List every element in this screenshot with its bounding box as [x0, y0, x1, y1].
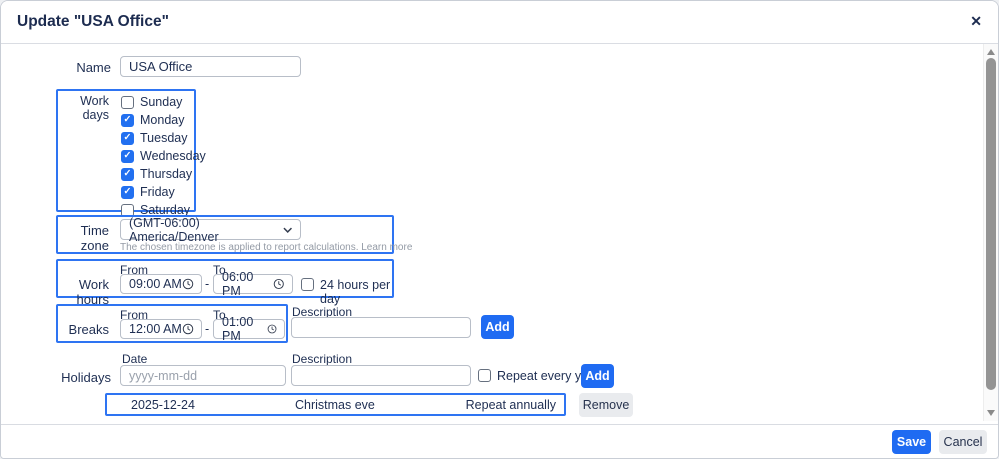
- learn-more-link[interactable]: Learn more: [361, 242, 412, 253]
- work-days-section: Work days Sunday Monday Tuesday Wednesda…: [56, 89, 196, 212]
- work-hours-from-input[interactable]: 09:00 AM: [120, 274, 202, 294]
- breaks-label: Breaks: [58, 322, 109, 337]
- cancel-button[interactable]: Cancel: [939, 430, 987, 454]
- day-row-monday: Monday: [121, 111, 206, 129]
- holiday-date-input[interactable]: [120, 365, 286, 386]
- name-label: Name: [41, 60, 111, 75]
- vertical-scrollbar[interactable]: [983, 44, 998, 421]
- time-range-separator: -: [205, 322, 209, 336]
- repeat-every-year-checkbox[interactable]: [478, 369, 491, 382]
- day-row-sunday: Sunday: [121, 93, 206, 111]
- breaks-description-input[interactable]: [291, 317, 471, 338]
- holiday-description-label: Description: [292, 352, 352, 366]
- wednesday-checkbox[interactable]: [121, 150, 134, 163]
- time-zone-label: Time zone: [58, 223, 109, 253]
- helper-text: The chosen timezone is applied to report…: [120, 242, 358, 253]
- clock-icon: [182, 323, 194, 335]
- time-zone-selected-value: (GMT-06:00) America/Denver: [129, 216, 283, 244]
- name-input[interactable]: [120, 56, 301, 77]
- day-label: Tuesday: [140, 131, 187, 145]
- from-time-value: 09:00 AM: [129, 277, 182, 291]
- breaks-from-input[interactable]: 12:00 AM: [120, 319, 202, 339]
- work-hours-to-input[interactable]: 06:00 PM: [213, 274, 293, 294]
- holiday-entry-date: 2025-12-24: [131, 398, 195, 412]
- save-button[interactable]: Save: [892, 430, 931, 454]
- holiday-date-label: Date: [122, 352, 147, 366]
- day-row-tuesday: Tuesday: [121, 129, 206, 147]
- day-label: Sunday: [140, 95, 182, 109]
- sunday-checkbox[interactable]: [121, 96, 134, 109]
- holiday-entry-description: Christmas eve: [295, 398, 375, 412]
- holiday-remove-button[interactable]: Remove: [579, 393, 633, 417]
- day-row-friday: Friday: [121, 183, 206, 201]
- time-range-separator: -: [205, 277, 209, 291]
- breaks-add-button[interactable]: Add: [481, 315, 514, 339]
- close-icon[interactable]: ✕: [970, 13, 982, 29]
- work-hours-label: Work hours: [58, 277, 109, 307]
- monday-checkbox[interactable]: [121, 114, 134, 127]
- breaks-to-input[interactable]: 01:00 PM: [213, 319, 285, 339]
- clock-icon: [267, 323, 277, 335]
- all-day-label: 24 hours per day: [320, 278, 392, 306]
- holiday-description-input[interactable]: [291, 365, 471, 386]
- time-zone-select[interactable]: (GMT-06:00) America/Denver: [120, 219, 301, 240]
- scrollbar-thumb[interactable]: [986, 58, 996, 390]
- time-zone-section: Time zone (GMT-06:00) America/Denver The…: [56, 215, 394, 254]
- holidays-label: Holidays: [41, 370, 111, 385]
- from-time-value: 12:00 AM: [129, 322, 182, 336]
- all-day-checkbox[interactable]: [301, 278, 314, 291]
- day-row-thursday: Thursday: [121, 165, 206, 183]
- holidays-add-button[interactable]: Add: [581, 364, 614, 388]
- to-time-value: 01:00 PM: [222, 315, 267, 343]
- time-zone-helper: The chosen timezone is applied to report…: [120, 242, 412, 253]
- dialog-footer: Save Cancel: [1, 424, 998, 459]
- day-label: Thursday: [140, 167, 192, 181]
- clock-icon: [273, 278, 285, 290]
- work-hours-section: Work hours From 09:00 AM - To 06:00 PM 2…: [56, 259, 394, 298]
- day-label: Friday: [140, 185, 175, 199]
- holiday-entry-row: 2025-12-24 Christmas eve Repeat annually: [105, 393, 566, 416]
- breaks-section: Breaks From 12:00 AM - To 01:00 PM: [56, 304, 288, 343]
- day-row-wednesday: Wednesday: [121, 147, 206, 165]
- day-label: Wednesday: [140, 149, 206, 163]
- work-days-label: Work days: [58, 94, 109, 122]
- tuesday-checkbox[interactable]: [121, 132, 134, 145]
- clock-icon: [182, 278, 194, 290]
- friday-checkbox[interactable]: [121, 186, 134, 199]
- chevron-down-icon: [283, 227, 292, 233]
- dialog-title: Update "USA Office": [17, 13, 169, 31]
- scroll-up-arrow-icon[interactable]: [987, 49, 995, 55]
- scroll-down-arrow-icon[interactable]: [987, 410, 995, 416]
- update-office-dialog: Update "USA Office" ✕ Name Work days Sun…: [0, 0, 999, 459]
- holiday-entry-repeat: Repeat annually: [466, 398, 556, 412]
- day-label: Monday: [140, 113, 184, 127]
- to-time-value: 06:00 PM: [222, 270, 273, 298]
- thursday-checkbox[interactable]: [121, 168, 134, 181]
- dialog-header: Update "USA Office" ✕: [1, 1, 998, 44]
- work-days-list: Sunday Monday Tuesday Wednesday Thursday…: [121, 93, 206, 219]
